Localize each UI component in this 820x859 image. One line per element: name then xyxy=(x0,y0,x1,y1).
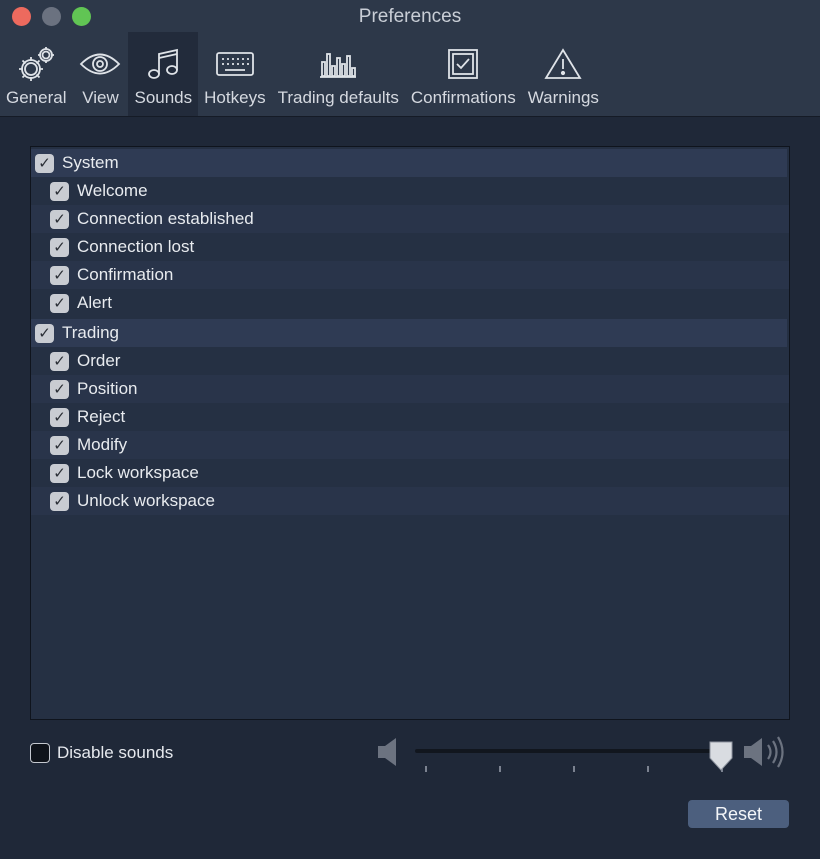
sound-checkbox[interactable]: ✓ xyxy=(50,379,69,399)
list-item[interactable]: ✓ Connection established xyxy=(31,205,789,233)
speaker-low-icon xyxy=(376,737,400,772)
checkmark-icon: ✓ xyxy=(38,154,51,172)
group-row-trading[interactable]: ✓ Trading xyxy=(31,319,787,347)
volume-slider-track[interactable] xyxy=(415,749,725,753)
checkmark-icon: ✓ xyxy=(53,492,66,510)
tab-general-label: General xyxy=(6,88,67,107)
tab-sounds[interactable]: Sounds xyxy=(128,32,199,116)
list-item[interactable]: ✓ Position xyxy=(31,375,789,403)
music-note-icon xyxy=(141,44,185,84)
checkmark-icon: ✓ xyxy=(53,436,66,454)
group-row-system[interactable]: ✓ System xyxy=(31,149,787,177)
sound-label: Confirmation xyxy=(77,265,174,284)
sound-checkbox[interactable]: ✓ xyxy=(50,491,69,511)
tab-confirmations-label: Confirmations xyxy=(410,88,516,107)
list-item[interactable]: ✓ Connection lost xyxy=(31,233,789,261)
tab-hotkeys[interactable]: Hotkeys xyxy=(198,32,271,116)
tab-view-label: View xyxy=(82,88,119,107)
list-item[interactable]: ✓ Lock workspace xyxy=(31,459,789,487)
tab-sounds-label: Sounds xyxy=(134,88,193,107)
gears-icon xyxy=(14,44,58,84)
speaker-high-icon xyxy=(742,735,788,774)
sound-label: Connection established xyxy=(77,209,254,228)
checkmark-icon: ✓ xyxy=(53,210,66,228)
checkmark-icon: ✓ xyxy=(53,408,66,426)
group-label: System xyxy=(62,153,119,172)
sound-label: Alert xyxy=(77,293,112,312)
keyboard-icon xyxy=(213,44,257,84)
list-item[interactable]: ✓ Confirmation xyxy=(31,261,789,289)
sound-checkbox[interactable]: ✓ xyxy=(50,265,69,285)
sound-label: Connection lost xyxy=(77,237,195,256)
sound-checkbox[interactable]: ✓ xyxy=(50,293,69,313)
sound-checkbox[interactable]: ✓ xyxy=(50,407,69,427)
sound-checkbox[interactable]: ✓ xyxy=(50,237,69,257)
sound-label: Unlock workspace xyxy=(77,491,215,510)
checkmark-icon: ✓ xyxy=(53,294,66,312)
eye-icon xyxy=(78,44,122,84)
tab-view[interactable]: View xyxy=(72,32,128,116)
disable-sounds-label: Disable sounds xyxy=(57,743,174,762)
preferences-toolbar: General View Sounds Hotkeys Trading defa… xyxy=(0,32,605,116)
list-item[interactable]: ✓ Order xyxy=(31,347,789,375)
trading-checkbox[interactable]: ✓ xyxy=(35,323,54,343)
sound-label: Lock workspace xyxy=(77,463,199,482)
volume-slider-thumb[interactable] xyxy=(707,740,735,777)
sound-label: Order xyxy=(77,351,121,370)
title-bar: Preferences General View Sounds Hotkeys … xyxy=(0,0,820,117)
system-checkbox[interactable]: ✓ xyxy=(35,153,54,173)
tab-warnings[interactable]: Warnings xyxy=(522,32,605,116)
slider-tick xyxy=(499,766,501,772)
sounds-list: ✓ System ✓ Welcome ✓ Connection establis… xyxy=(30,146,790,720)
slider-tick xyxy=(425,766,427,772)
sound-checkbox[interactable]: ✓ xyxy=(50,351,69,371)
list-item[interactable]: ✓ Alert xyxy=(31,289,789,317)
sound-checkbox[interactable]: ✓ xyxy=(50,463,69,483)
tab-trading-defaults-label: Trading defaults xyxy=(277,88,399,107)
checkmark-icon: ✓ xyxy=(53,238,66,256)
sound-label: Welcome xyxy=(77,181,148,200)
checkmark-icon: ✓ xyxy=(53,352,66,370)
checkmark-icon: ✓ xyxy=(53,266,66,284)
reset-button[interactable]: Reset xyxy=(688,800,789,828)
checkmark-icon: ✓ xyxy=(53,380,66,398)
list-item[interactable]: ✓ Welcome xyxy=(31,177,789,205)
sound-checkbox[interactable]: ✓ xyxy=(50,209,69,229)
window-title: Preferences xyxy=(358,6,462,27)
tab-trading-defaults[interactable]: Trading defaults xyxy=(272,32,405,116)
tab-general[interactable]: General xyxy=(0,32,72,116)
slider-tick xyxy=(573,766,575,772)
slider-tick xyxy=(647,766,649,772)
sound-label: Reject xyxy=(77,407,126,426)
sound-checkbox[interactable]: ✓ xyxy=(50,181,69,201)
sound-label: Position xyxy=(77,379,138,398)
checkbox-icon xyxy=(441,44,485,84)
tab-warnings-label: Warnings xyxy=(527,88,599,107)
checkmark-icon: ✓ xyxy=(53,182,66,200)
bar-chart-icon xyxy=(316,44,360,84)
sound-label: Modify xyxy=(77,435,128,454)
group-label: Trading xyxy=(62,323,120,342)
tab-confirmations[interactable]: Confirmations xyxy=(405,32,522,116)
disable-sounds-control[interactable]: Disable sounds xyxy=(30,743,180,763)
list-item[interactable]: ✓ Unlock workspace xyxy=(31,487,789,515)
checkmark-icon: ✓ xyxy=(53,464,66,482)
warning-icon xyxy=(541,44,585,84)
checkmark-icon: ✓ xyxy=(38,324,51,342)
disable-sounds-checkbox[interactable] xyxy=(30,743,50,763)
list-item[interactable]: ✓ Reject xyxy=(31,403,789,431)
tab-hotkeys-label: Hotkeys xyxy=(204,88,266,107)
list-item[interactable]: ✓ Modify xyxy=(31,431,789,459)
sound-checkbox[interactable]: ✓ xyxy=(50,435,69,455)
preferences-window: Preferences General View Sounds Hotkeys … xyxy=(0,0,820,859)
